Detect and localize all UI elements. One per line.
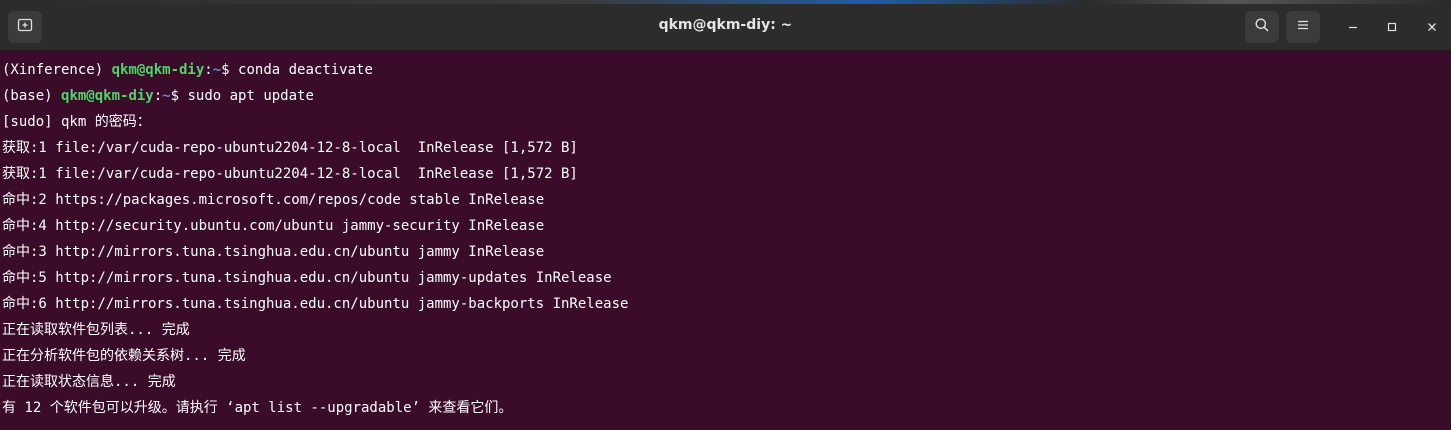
minimize-icon bbox=[1347, 18, 1359, 37]
minimize-button[interactable] bbox=[1340, 14, 1366, 40]
command-text: sudo apt update bbox=[187, 88, 314, 104]
output-line: 命中:5 http://mirrors.tuna.tsinghua.edu.cn… bbox=[2, 270, 612, 286]
output-line: 获取:1 file:/var/cuda-repo-ubuntu2204-12-8… bbox=[2, 166, 578, 182]
prompt-line: (Xinference) qkm@qkm-diy:~$ conda deacti… bbox=[0, 57, 1451, 83]
output-line: 命中:6 http://mirrors.tuna.tsinghua.edu.cn… bbox=[2, 296, 629, 312]
menu-button[interactable] bbox=[1286, 11, 1320, 43]
prompt-separator: : bbox=[204, 62, 213, 78]
output-line: 正在读取软件包列表... 完成 bbox=[2, 322, 190, 338]
prompt-path: ~ bbox=[162, 88, 171, 104]
search-button[interactable] bbox=[1245, 11, 1279, 43]
prompt-symbol: $ bbox=[221, 62, 239, 78]
maximize-button[interactable] bbox=[1379, 14, 1405, 40]
prompt-symbol: $ bbox=[170, 88, 188, 104]
search-icon bbox=[1254, 17, 1270, 37]
prompt-path: ~ bbox=[212, 62, 222, 78]
output-line: 有 12 个软件包可以升级。请执行 ‘apt list --upgradable… bbox=[2, 400, 513, 416]
prompt-user-host: qkm@qkm-diy bbox=[61, 88, 154, 104]
close-button[interactable] bbox=[1419, 14, 1445, 40]
close-icon bbox=[1426, 18, 1438, 37]
output-line: 正在分析软件包的依赖关系树... 完成 bbox=[2, 348, 246, 364]
prompt-line: (base) qkm@qkm-diy:~$ sudo apt update bbox=[0, 83, 1451, 109]
prompt-user-host: qkm@qkm-diy bbox=[111, 62, 205, 78]
output-line: 命中:4 http://security.ubuntu.com/ubuntu j… bbox=[2, 218, 545, 234]
output-line: 正在读取状态信息... 完成 bbox=[2, 374, 176, 390]
output-line: 获取:1 file:/var/cuda-repo-ubuntu2204-12-8… bbox=[2, 140, 578, 156]
command-text: conda deactivate bbox=[238, 62, 373, 78]
conda-env: (Xinference) bbox=[2, 62, 112, 78]
terminal-window: qkm@qkm-diy: ~ (Xinference) qkm@qkm-diy:… bbox=[0, 0, 1451, 430]
terminal-output[interactable]: (Xinference) qkm@qkm-diy:~$ conda deacti… bbox=[0, 51, 1451, 430]
prompt-separator: : bbox=[153, 88, 163, 104]
conda-env: (base) bbox=[2, 88, 62, 104]
maximize-icon bbox=[1386, 18, 1398, 37]
titlebar[interactable]: qkm@qkm-diy: ~ bbox=[0, 4, 1451, 51]
output-line: 命中:2 https://packages.microsoft.com/repo… bbox=[2, 192, 545, 208]
output-line: [sudo] qkm 的密码： bbox=[2, 114, 151, 130]
output-line: 命中:3 http://mirrors.tuna.tsinghua.edu.cn… bbox=[2, 244, 545, 260]
hamburger-menu-icon bbox=[1295, 17, 1311, 37]
window-title: qkm@qkm-diy: ~ bbox=[658, 17, 793, 33]
